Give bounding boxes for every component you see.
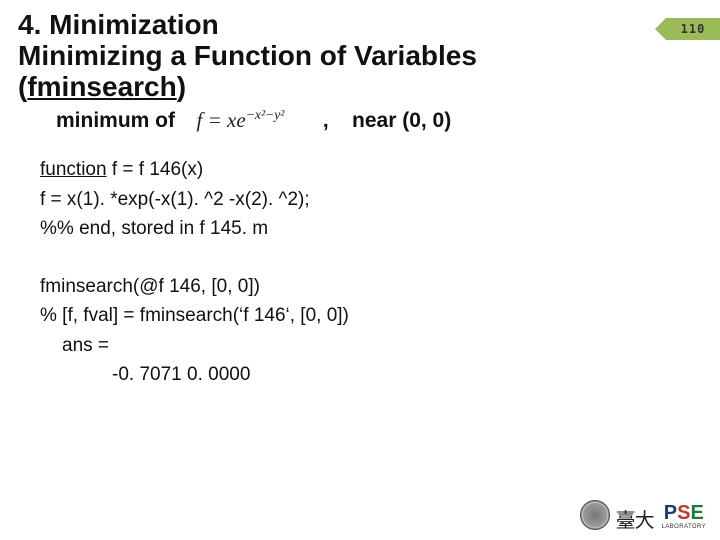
subhead-comma: ,: [323, 109, 329, 132]
code-line: fminsearch(@f 146, [0, 0]): [40, 272, 702, 301]
subhead-near: near (0, 0): [352, 109, 451, 132]
ans-values: -0. 7071 0. 0000: [112, 360, 702, 389]
formula: f = xe−x²−y²: [193, 108, 294, 132]
page-number: 110: [681, 22, 706, 36]
pse-letters: PSE: [664, 503, 704, 523]
pse-s: S: [677, 502, 690, 524]
pse-p: P: [664, 502, 677, 524]
slide: 110 4. Minimization Minimizing a Functio…: [0, 0, 720, 540]
university-crest-icon: [580, 500, 610, 530]
code-line: % [f, fval] = fminsearch(‘f 146‘, [0, 0]…: [40, 301, 702, 330]
code-line: function f = f 146(x): [40, 155, 702, 184]
fn-handle: @f 146: [139, 276, 201, 297]
code-text: fminsearch(: [40, 276, 139, 297]
title-line-3-close: ): [177, 71, 186, 102]
title-fn-name: fminsearch: [27, 71, 176, 102]
slide-title: 4. Minimization Minimizing a Function of…: [18, 10, 558, 102]
keyword-function: function: [40, 159, 107, 180]
code-text: , [0, 0]): [201, 276, 260, 297]
pse-e: E: [690, 502, 703, 524]
title-line-3-open: (: [18, 71, 27, 102]
code-line: %% end, stored in f 145. m: [40, 214, 702, 243]
ans-label: ans =: [62, 331, 702, 360]
footer: 臺大 PSE LABORATORY: [580, 500, 706, 530]
university-name: 臺大: [616, 504, 654, 533]
subhead-prefix: minimum of: [56, 109, 175, 132]
code-line: f = x(1). *exp(-x(1). ^2 -x(2). ^2);: [40, 185, 702, 214]
title-line-2: Minimizing a Function of Variables: [18, 40, 477, 71]
pse-logo: PSE LABORATORY: [662, 503, 706, 530]
pse-laboratory-label: LABORATORY: [662, 524, 706, 530]
title-line-1: 4. Minimization: [18, 9, 219, 40]
page-number-badge: 110: [666, 18, 720, 40]
formula-eq: =: [202, 108, 227, 132]
code-text: f = f 146(x): [107, 159, 204, 180]
function-def-block: function f = f 146(x) f = x(1). *exp(-x(…: [40, 155, 702, 243]
formula-xe: xe: [227, 108, 246, 132]
formula-exp: −x²−y²: [246, 107, 285, 122]
subhead: minimum of f = xe−x²−y² , near (0, 0): [56, 108, 702, 133]
call-block: fminsearch(@f 146, [0, 0]) % [f, fval] =…: [40, 272, 702, 390]
